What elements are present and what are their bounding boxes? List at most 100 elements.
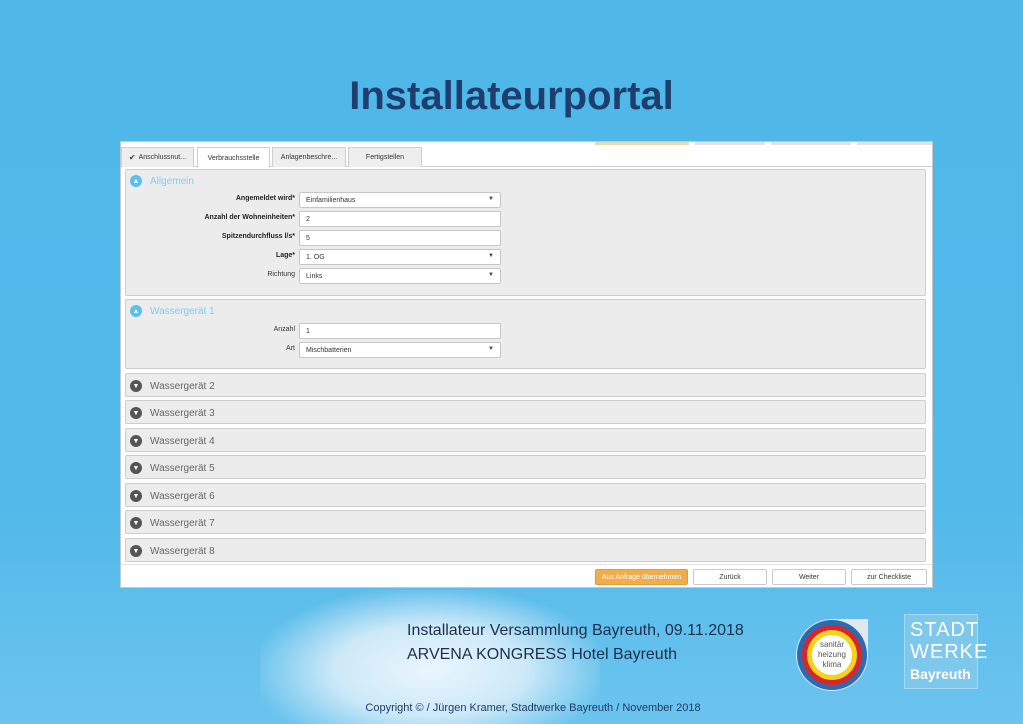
section-header[interactable]: ▼ Wassergerät 2 <box>130 379 215 393</box>
stadtwerke-logo: STADT WERKE Bayreuth <box>904 614 987 689</box>
section-wassergeraet-7[interactable]: ▼ Wassergerät 7 <box>125 510 926 534</box>
field-value: 1 <box>306 327 310 335</box>
section-title: Wassergerät 1 <box>150 305 215 317</box>
chevron-up-icon[interactable]: ▲ <box>130 175 142 187</box>
chevron-up-icon[interactable]: ▲ <box>130 305 142 317</box>
copyright-text: Copyright © / Jürgen Kramer, Stadtwerke … <box>365 702 701 714</box>
section-header[interactable]: ▲ Allgemein <box>130 174 194 188</box>
section-header[interactable]: ▼ Wassergerät 6 <box>130 489 215 503</box>
field-label: Lage* <box>275 252 295 259</box>
section-wassergeraet-6[interactable]: ▼ Wassergerät 6 <box>125 483 926 507</box>
spitzendurchfluss-input[interactable]: 5 <box>299 230 501 246</box>
top-strip <box>771 142 851 145</box>
section-wassergeraet-2[interactable]: ▼ Wassergerät 2 <box>125 373 926 397</box>
chevron-down-icon[interactable]: ▼ <box>130 462 142 474</box>
section-title: Wassergerät 7 <box>150 517 215 529</box>
logo-text: klima <box>823 660 842 669</box>
art-select[interactable]: Mischbatterien ▼ <box>299 342 501 358</box>
tab-label: Anschlussnut... <box>138 154 187 161</box>
tab-label: Anlagenbeschre... <box>280 154 338 161</box>
field-row: Anzahl der Wohneinheiten* 2 <box>126 211 526 227</box>
caret-down-icon: ▼ <box>488 196 494 202</box>
section-wassergeraet-8[interactable]: ▼ Wassergerät 8 <box>125 538 926 562</box>
field-label: Richtung <box>267 271 295 278</box>
checklist-button[interactable]: zur Checkliste <box>851 569 927 585</box>
field-label: Anzahl der Wohneinheiten* <box>204 214 296 221</box>
field-label: Spitzendurchfluss l/s* <box>221 233 295 240</box>
button-bar: Aus Anfrage übernehmen Zurück Weiter zur… <box>121 564 932 587</box>
logo-text: STADT <box>910 619 980 641</box>
field-value: Links <box>306 272 323 280</box>
section-wassergeraet-5[interactable]: ▼ Wassergerät 5 <box>125 455 926 479</box>
back-button[interactable]: Zurück <box>693 569 767 585</box>
lage-select[interactable]: 1. OG ▼ <box>299 249 501 265</box>
caret-down-icon: ▼ <box>488 346 494 352</box>
chevron-down-icon[interactable]: ▼ <box>130 545 142 557</box>
logo-text: heizung <box>818 650 846 659</box>
tab-label: Fertigstellen <box>365 154 405 161</box>
chevron-down-icon[interactable]: ▼ <box>130 380 142 392</box>
chevron-down-icon[interactable]: ▼ <box>130 407 142 419</box>
slide-title: Installateurportal <box>349 74 674 118</box>
section-title: Wassergerät 5 <box>150 462 215 474</box>
section-header[interactable]: ▼ Wassergerät 5 <box>130 461 215 475</box>
field-label: Anzahl <box>273 326 295 333</box>
section-header[interactable]: ▼ Wassergerät 7 <box>130 516 215 530</box>
section-title: Wassergerät 8 <box>150 545 215 557</box>
section-header[interactable]: ▼ Wassergerät 3 <box>130 406 215 420</box>
check-icon: ✔ <box>128 153 136 162</box>
field-value: 1. OG <box>306 253 325 261</box>
apply-from-request-button[interactable]: Aus Anfrage übernehmen <box>595 569 688 585</box>
section-title: Wassergerät 4 <box>150 435 215 447</box>
anzahl-input[interactable]: 1 <box>299 323 501 339</box>
field-value: 2 <box>306 215 310 223</box>
tab-anschlussnutzung[interactable]: ✔ Anschlussnut... <box>121 147 194 167</box>
section-title: Wassergerät 3 <box>150 407 215 419</box>
chevron-down-icon[interactable]: ▼ <box>130 435 142 447</box>
wohneinheiten-input[interactable]: 2 <box>299 211 501 227</box>
field-row: Art Mischbatterien ▼ <box>126 342 526 358</box>
section-wassergeraet-4[interactable]: ▼ Wassergerät 4 <box>125 428 926 452</box>
top-strip <box>695 142 765 145</box>
richtung-select[interactable]: Links ▼ <box>299 268 501 284</box>
tab-anlagenbeschreibung[interactable]: Anlagenbeschre... <box>272 147 346 167</box>
section-header[interactable]: ▼ Wassergerät 8 <box>130 544 215 558</box>
event-venue: ARVENA KONGRESS Hotel Bayreuth <box>407 646 678 663</box>
section-title: Wassergerät 6 <box>150 490 215 502</box>
field-row: Angemeldet wird* Einfamilienhaus ▼ <box>126 192 526 208</box>
event-title: Installateur Versammlung Bayreuth, 09.11… <box>407 622 744 639</box>
next-button[interactable]: Weiter <box>772 569 846 585</box>
tab-fertigstellen[interactable]: Fertigstellen <box>348 147 422 167</box>
tab-label: Verbrauchsstelle <box>207 154 260 162</box>
top-strip <box>595 142 689 145</box>
field-label: Art <box>286 345 295 352</box>
section-header[interactable]: ▼ Wassergerät 4 <box>130 434 215 448</box>
field-value: Einfamilienhaus <box>306 196 356 204</box>
wizard-tabs: ✔ Anschlussnut... Verbrauchsstelle Anlag… <box>121 146 932 168</box>
field-value: Mischbatterien <box>306 346 352 354</box>
section-wassergeraet-1: ▲ Wassergerät 1 Anzahl 1 Art Mischbatter… <box>125 299 926 369</box>
chevron-down-icon[interactable]: ▼ <box>130 517 142 529</box>
section-header[interactable]: ▲ Wassergerät 1 <box>130 304 215 318</box>
section-title: Allgemein <box>150 175 194 187</box>
chevron-down-icon[interactable]: ▼ <box>130 490 142 502</box>
section-wassergeraet-3[interactable]: ▼ Wassergerät 3 <box>125 400 926 424</box>
field-value: 5 <box>306 234 310 242</box>
logo-text: WERKE <box>910 641 989 663</box>
angemeldet-select[interactable]: Einfamilienhaus ▼ <box>299 192 501 208</box>
section-allgemein: ▲ Allgemein Angemeldet wird* Einfamilien… <box>125 169 926 296</box>
field-row: Richtung Links ▼ <box>126 268 526 284</box>
caret-down-icon: ▼ <box>488 253 494 259</box>
shk-logo: sanitär heizung klima <box>793 616 871 694</box>
field-row: Anzahl 1 <box>126 323 526 339</box>
tab-verbrauchsstelle[interactable]: Verbrauchsstelle <box>197 147 270 168</box>
field-label: Angemeldet wird* <box>235 195 295 202</box>
logo-text: Bayreuth <box>910 666 971 682</box>
portal-window: ✔ Anschlussnut... Verbrauchsstelle Anlag… <box>120 141 933 588</box>
section-title: Wassergerät 2 <box>150 380 215 392</box>
field-row: Lage* 1. OG ▼ <box>126 249 526 265</box>
field-row: Spitzendurchfluss l/s* 5 <box>126 230 526 246</box>
logo-text: sanitär <box>820 640 844 649</box>
caret-down-icon: ▼ <box>488 272 494 278</box>
top-strip <box>857 142 932 145</box>
